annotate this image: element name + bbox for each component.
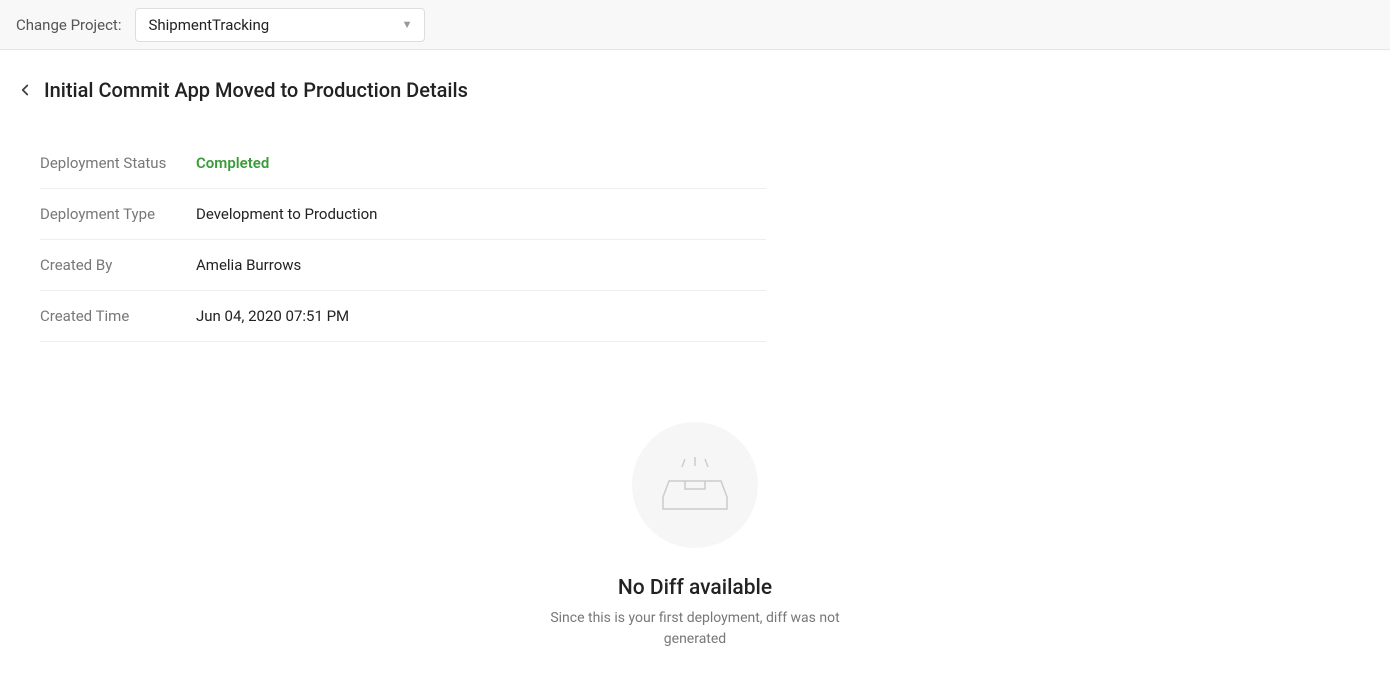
content: Initial Commit App Moved to Production D… — [0, 50, 1390, 678]
detail-value-status: Completed — [196, 154, 269, 172]
detail-label-type: Deployment Type — [40, 205, 196, 223]
topbar: Change Project: ShipmentTracking ▼ — [0, 0, 1390, 50]
empty-state-description: Since this is your first deployment, dif… — [545, 608, 845, 650]
back-icon[interactable] — [16, 81, 34, 99]
page-header: Initial Commit App Moved to Production D… — [16, 78, 1374, 102]
detail-value-created-by: Amelia Burrows — [196, 256, 301, 274]
project-select-value: ShipmentTracking — [148, 16, 269, 34]
detail-row-created-time: Created Time Jun 04, 2020 07:51 PM — [40, 291, 766, 342]
chevron-down-icon: ▼ — [402, 18, 413, 31]
detail-value-created-time: Jun 04, 2020 07:51 PM — [196, 307, 349, 325]
detail-label-status: Deployment Status — [40, 154, 196, 172]
page-title: Initial Commit App Moved to Production D… — [44, 78, 468, 102]
detail-label-created-time: Created Time — [40, 307, 196, 325]
inbox-empty-icon — [632, 422, 758, 548]
detail-row-created-by: Created By Amelia Burrows — [40, 240, 766, 291]
detail-value-type: Development to Production — [196, 205, 377, 223]
detail-row-type: Deployment Type Development to Productio… — [40, 189, 766, 240]
details-block: Deployment Status Completed Deployment T… — [16, 138, 766, 342]
detail-label-created-by: Created By — [40, 256, 196, 274]
project-select[interactable]: ShipmentTracking ▼ — [135, 8, 425, 42]
empty-state-title: No Diff available — [16, 576, 1374, 600]
empty-state: No Diff available Since this is your fir… — [16, 422, 1374, 650]
detail-row-status: Deployment Status Completed — [40, 138, 766, 189]
change-project-label: Change Project: — [16, 16, 121, 34]
